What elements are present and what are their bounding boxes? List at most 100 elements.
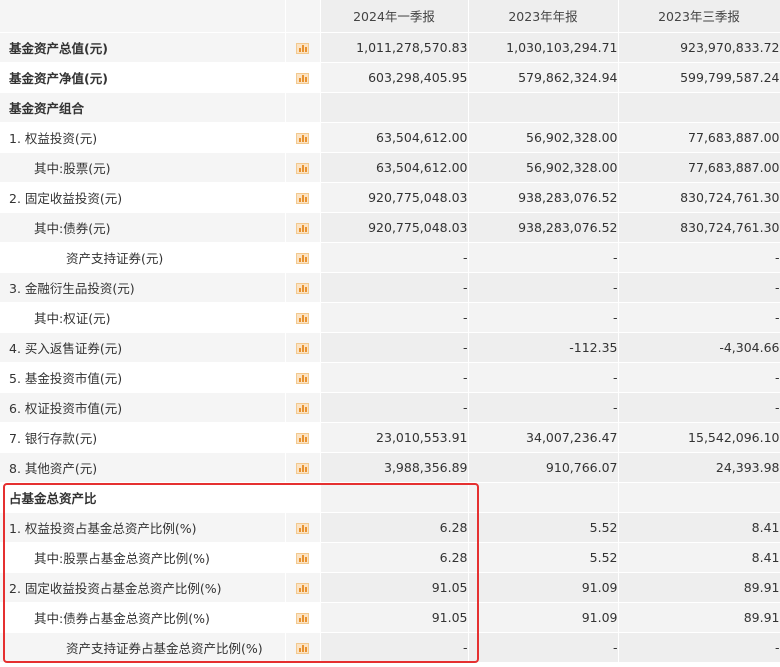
table-row-total-assets: 基金资产总值(元) 1,011,278,570.83 1,030,103,294…	[0, 32, 780, 63]
value-2023-annual: 91.09	[468, 602, 619, 633]
bar-chart-icon[interactable]	[296, 222, 309, 234]
row-label: 6. 权证投资市值(元)	[0, 392, 286, 423]
row-label: 1. 权益投资(元)	[0, 122, 286, 153]
value-2024q1: 91.05	[320, 572, 469, 603]
row-label: 其中:债券占基金总资产比例(%)	[0, 602, 286, 633]
value-2024q1: -	[320, 632, 469, 663]
value-2023q3	[618, 92, 780, 123]
value-2024q1: 91.05	[320, 602, 469, 633]
value-2023-annual: -	[468, 302, 619, 333]
value-2023q3: -	[618, 302, 780, 333]
value-2023q3: 8.41	[618, 512, 780, 543]
row-label: 基金资产总值(元)	[0, 32, 286, 63]
row-label: 1. 权益投资占基金总资产比例(%)	[0, 512, 286, 543]
value-2024q1: -	[320, 242, 469, 273]
bar-chart-icon[interactable]	[296, 42, 309, 54]
bar-chart-icon[interactable]	[296, 612, 309, 624]
row-label: 其中:债券(元)	[0, 212, 286, 243]
table-row: 资产支持证券占基金总资产比例(%) - - -	[0, 632, 780, 663]
bar-chart-icon[interactable]	[296, 582, 309, 594]
value-2023-annual: 579,862,324.94	[468, 62, 619, 93]
bar-chart-icon[interactable]	[296, 642, 309, 654]
row-label: 8. 其他资产(元)	[0, 452, 286, 483]
value-2023-annual	[468, 482, 619, 513]
bar-chart-icon[interactable]	[296, 132, 309, 144]
row-label: 其中:股票占基金总资产比例(%)	[0, 542, 286, 573]
value-2023q3: 15,542,096.10	[618, 422, 780, 453]
value-2023-annual: -	[468, 272, 619, 303]
value-2023-annual: -	[468, 242, 619, 273]
value-2023-annual	[468, 92, 619, 123]
table-row: 2. 固定收益投资占基金总资产比例(%) 91.05 91.09 89.91	[0, 572, 780, 603]
bar-chart-icon[interactable]	[296, 192, 309, 204]
value-2023-annual: 910,766.07	[468, 452, 619, 483]
value-2023q3: 599,799,587.24	[618, 62, 780, 93]
row-label: 资产支持证券占基金总资产比例(%)	[0, 632, 286, 663]
section-heading: 基金资产组合	[0, 92, 286, 123]
bar-chart-icon[interactable]	[296, 462, 309, 474]
bar-chart-icon[interactable]	[296, 522, 309, 534]
value-2023q3: 89.91	[618, 572, 780, 603]
bar-chart-icon[interactable]	[296, 432, 309, 444]
table-row: 2. 固定收益投资(元) 920,775,048.03 938,283,076.…	[0, 182, 780, 213]
table-row: 7. 银行存款(元) 23,010,553.91 34,007,236.47 1…	[0, 422, 780, 453]
value-2024q1: -	[320, 302, 469, 333]
table-row: 5. 基金投资市值(元) - - -	[0, 362, 780, 393]
value-2023q3: 77,683,887.00	[618, 122, 780, 153]
value-2023-annual: 938,283,076.52	[468, 212, 619, 243]
table-row: 其中:股票(元) 63,504,612.00 56,902,328.00 77,…	[0, 152, 780, 183]
value-2023-annual: 5.52	[468, 542, 619, 573]
bar-chart-icon[interactable]	[296, 72, 309, 84]
header-label-cell	[0, 0, 286, 33]
bar-chart-icon[interactable]	[296, 282, 309, 294]
row-label: 2. 固定收益投资占基金总资产比例(%)	[0, 572, 286, 603]
table-row: 其中:债券占基金总资产比例(%) 91.05 91.09 89.91	[0, 602, 780, 633]
value-2024q1: 63,504,612.00	[320, 152, 469, 183]
column-header-2023-annual[interactable]: 2023年年报	[468, 0, 619, 33]
value-2023-annual: 5.52	[468, 512, 619, 543]
section-heading: 占基金总资产比	[0, 482, 286, 513]
value-2023q3: -	[618, 362, 780, 393]
value-2023q3: -	[618, 272, 780, 303]
bar-chart-icon[interactable]	[296, 552, 309, 564]
table-header-row: 2024年一季报 2023年年报 2023年三季报	[0, 0, 780, 33]
header-chart-cell	[285, 0, 321, 33]
bar-chart-icon[interactable]	[296, 312, 309, 324]
bar-chart-icon[interactable]	[296, 342, 309, 354]
table-row: 资产支持证券(元) - - -	[0, 242, 780, 273]
table-row: 其中:权证(元) - - -	[0, 302, 780, 333]
row-label: 资产支持证券(元)	[0, 242, 286, 273]
value-2023-annual: 56,902,328.00	[468, 122, 619, 153]
table-row: 6. 权证投资市值(元) - - -	[0, 392, 780, 423]
table-row-section-portfolio: 基金资产组合	[0, 92, 780, 123]
value-2023q3: 830,724,761.30	[618, 182, 780, 213]
column-header-2023q3[interactable]: 2023年三季报	[618, 0, 780, 33]
value-2023-annual: 938,283,076.52	[468, 182, 619, 213]
value-2024q1: 63,504,612.00	[320, 122, 469, 153]
table-row: 其中:股票占基金总资产比例(%) 6.28 5.52 8.41	[0, 542, 780, 573]
value-2023-annual: 34,007,236.47	[468, 422, 619, 453]
bar-chart-icon[interactable]	[296, 162, 309, 174]
value-2024q1: -	[320, 392, 469, 423]
bar-chart-icon[interactable]	[296, 252, 309, 264]
value-2023-annual: 1,030,103,294.71	[468, 32, 619, 63]
row-label: 基金资产净值(元)	[0, 62, 286, 93]
column-header-2024q1[interactable]: 2024年一季报	[320, 0, 469, 33]
value-2023-annual: -	[468, 392, 619, 423]
value-2023-annual: 56,902,328.00	[468, 152, 619, 183]
value-2023q3: 8.41	[618, 542, 780, 573]
bar-chart-icon[interactable]	[296, 372, 309, 384]
fund-asset-table: 2024年一季报 2023年年报 2023年三季报 基金资产总值(元) 1,01…	[0, 0, 780, 663]
value-2023-annual: 91.09	[468, 572, 619, 603]
table-row: 3. 金融衍生品投资(元) - - -	[0, 272, 780, 303]
value-2023q3: 830,724,761.30	[618, 212, 780, 243]
table-row: 1. 权益投资占基金总资产比例(%) 6.28 5.52 8.41	[0, 512, 780, 543]
table-row-section-ratio: 占基金总资产比	[0, 482, 780, 513]
value-2024q1: 23,010,553.91	[320, 422, 469, 453]
value-2024q1: -	[320, 362, 469, 393]
value-2023q3: 24,393.98	[618, 452, 780, 483]
bar-chart-icon[interactable]	[296, 402, 309, 414]
value-2023-annual: -	[468, 632, 619, 663]
value-2023-annual: -112.35	[468, 332, 619, 363]
table-row: 其中:债券(元) 920,775,048.03 938,283,076.52 8…	[0, 212, 780, 243]
